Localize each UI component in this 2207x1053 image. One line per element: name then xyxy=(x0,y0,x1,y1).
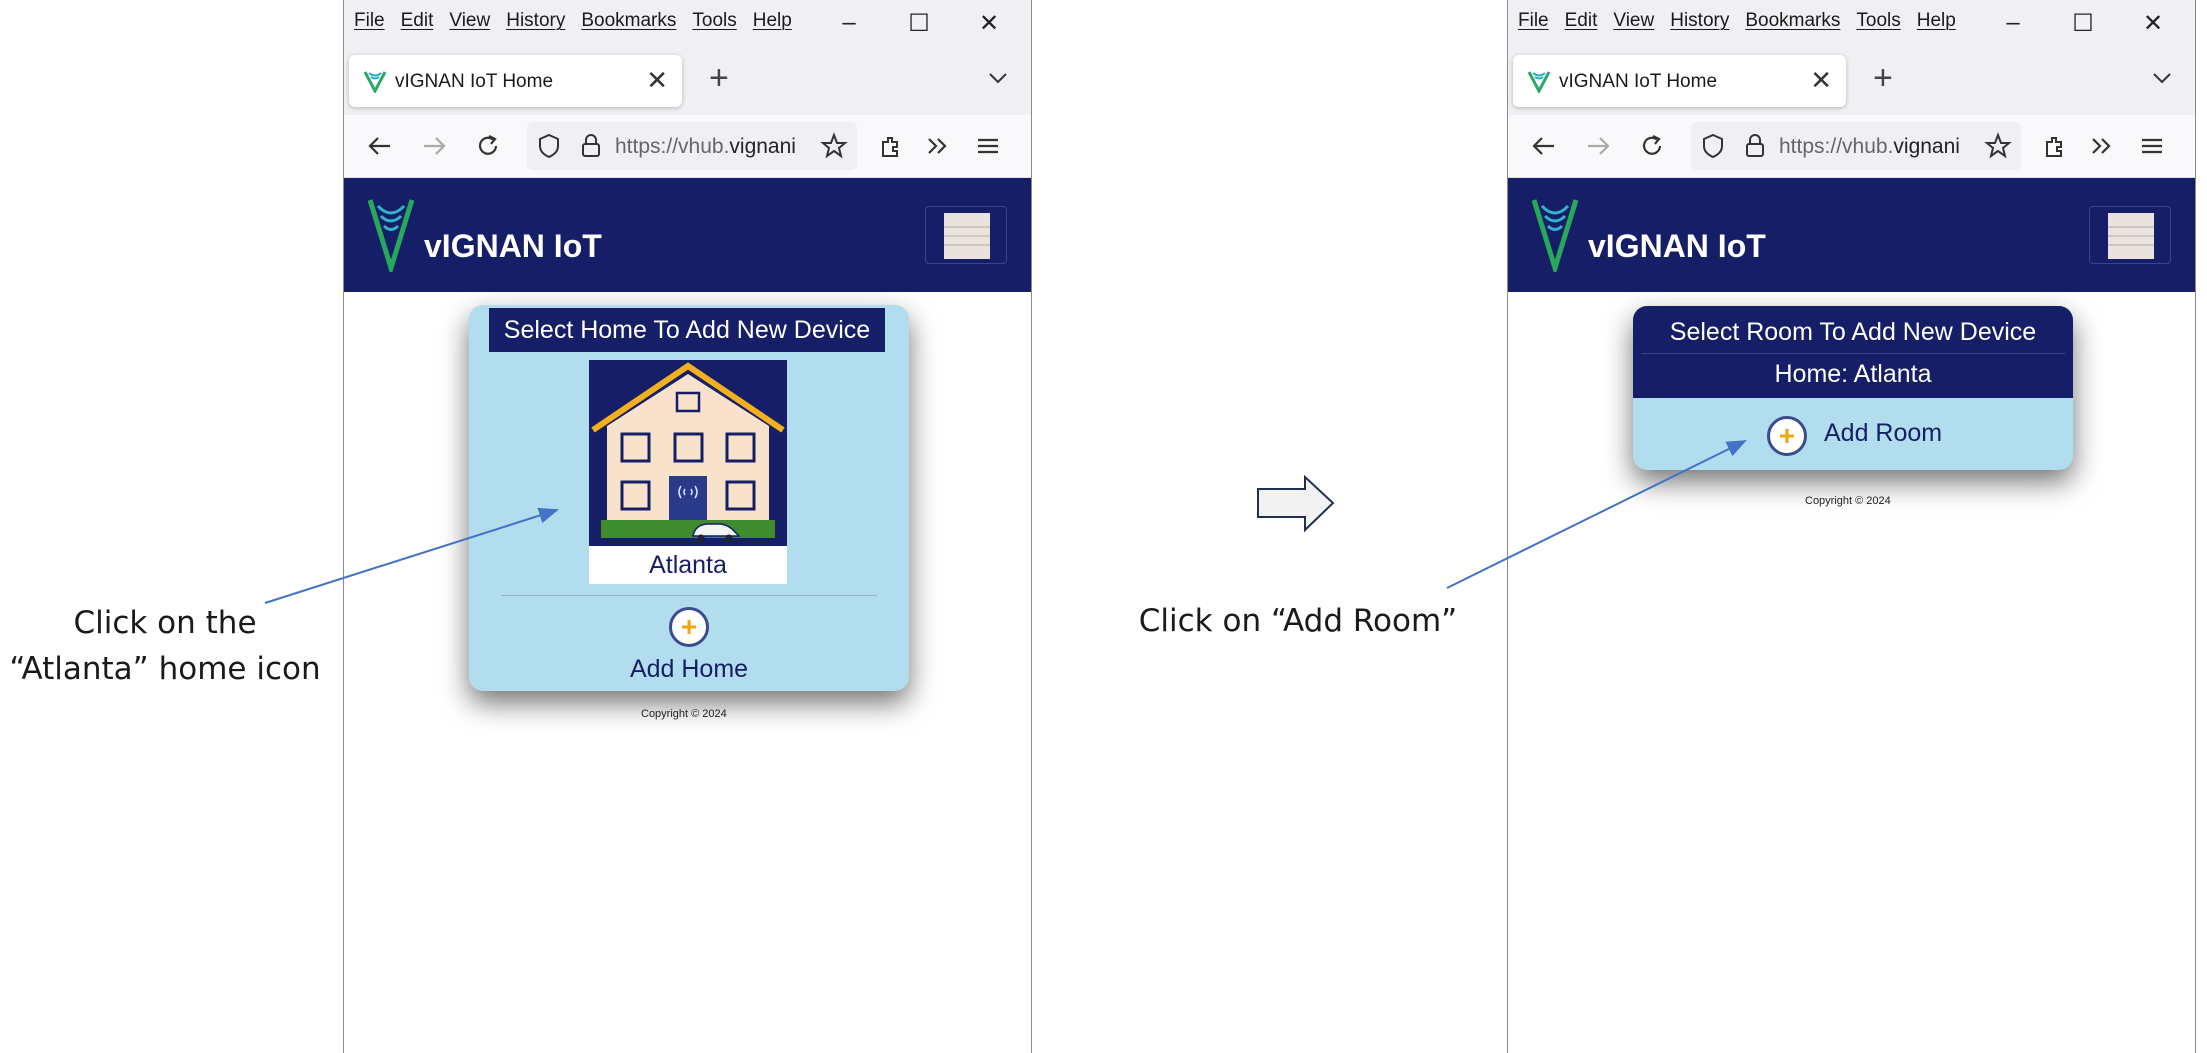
next-step-arrow-icon xyxy=(1257,474,1335,533)
annotation-overlay xyxy=(264,440,1747,604)
pointer-arrow-right xyxy=(1446,440,1747,589)
pointer-arrow-left xyxy=(264,507,559,604)
